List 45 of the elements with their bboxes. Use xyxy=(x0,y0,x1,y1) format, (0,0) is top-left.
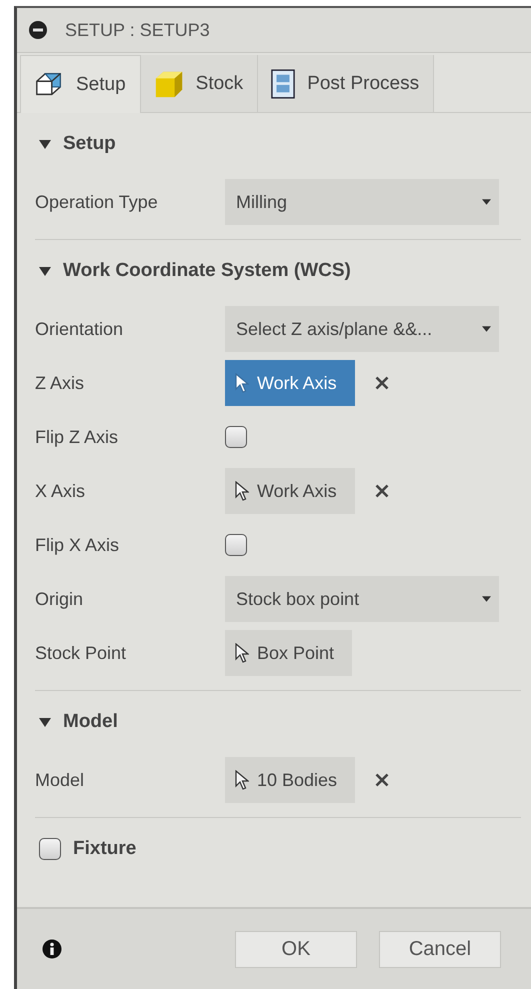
gcode-icon xyxy=(271,68,296,98)
field-label: Orientation xyxy=(35,318,124,340)
checkbox[interactable] xyxy=(39,838,61,860)
checkbox[interactable] xyxy=(225,426,247,448)
field-label: Flip X Axis xyxy=(35,534,120,556)
field-label: Operation Type xyxy=(35,192,159,212)
field-label: Flip Z Axis xyxy=(35,426,120,448)
window-title: SETUP : SETUP3 xyxy=(65,20,210,40)
collapse-icon[interactable] xyxy=(28,20,48,40)
close-icon[interactable] xyxy=(374,484,389,498)
section-title[interactable]: Setup xyxy=(63,133,116,155)
close-icon[interactable] xyxy=(374,376,389,390)
dropdown-arrow-icon xyxy=(482,326,491,332)
field-label: Model xyxy=(35,770,86,790)
checkbox[interactable] xyxy=(225,534,247,556)
dropdown-arrow-icon xyxy=(482,596,491,602)
field-label: X Axis xyxy=(35,480,86,502)
dropdown[interactable]: Stock box point xyxy=(225,576,499,622)
dialog-button[interactable]: OK xyxy=(235,930,357,968)
field-label: Origin xyxy=(35,588,84,610)
cursor-icon xyxy=(235,481,249,501)
selection-button[interactable]: Box Point xyxy=(225,630,352,676)
caret-icon[interactable] xyxy=(39,138,51,150)
section-title[interactable]: Work Coordinate System (WCS) xyxy=(63,260,351,282)
field-label: Z Axis xyxy=(35,372,86,394)
selection-button[interactable]: 10 Bodies xyxy=(225,757,356,803)
dialog-button[interactable]: Cancel xyxy=(379,930,501,968)
tab[interactable]: Post Process xyxy=(258,55,434,112)
section-title: Fixture xyxy=(73,838,136,860)
field-label: Stock Point xyxy=(35,642,128,664)
cursor-icon xyxy=(235,770,249,790)
dropdown[interactable]: Milling xyxy=(225,179,499,225)
dropdown-arrow-icon xyxy=(482,199,491,205)
selection-button[interactable]: Work Axis xyxy=(225,360,355,406)
tab[interactable]: Stock xyxy=(140,55,258,112)
dropdown[interactable]: Select Z axis/plane &&... xyxy=(225,306,499,352)
caret-icon[interactable] xyxy=(39,265,51,277)
tab[interactable]: Setup xyxy=(20,55,141,113)
selection-button[interactable]: Work Axis xyxy=(225,468,355,514)
close-icon[interactable] xyxy=(375,773,390,787)
cursor-icon xyxy=(235,373,249,393)
caret-icon[interactable] xyxy=(39,716,51,728)
section-title[interactable]: Model xyxy=(63,711,118,733)
cursor-icon xyxy=(235,643,249,663)
info-icon[interactable] xyxy=(42,939,62,959)
